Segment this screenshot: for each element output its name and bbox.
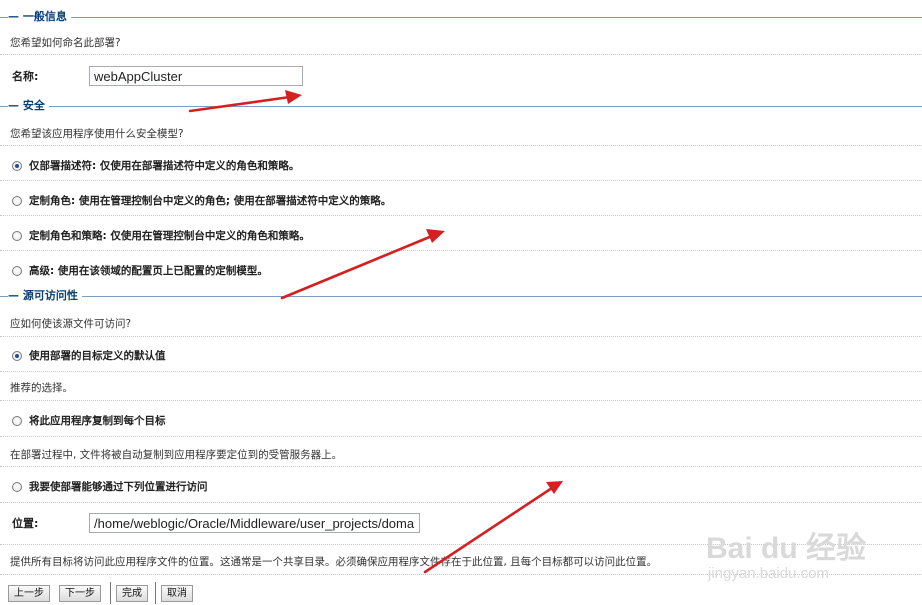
annotation-arrow-3	[423, 486, 554, 574]
annotation-arrow-1	[188, 95, 292, 113]
annotation-arrow-2	[280, 234, 434, 300]
arrow-head-icon	[285, 90, 302, 104]
arrow-head-icon	[546, 481, 563, 494]
annotation-arrows	[188, 90, 563, 574]
